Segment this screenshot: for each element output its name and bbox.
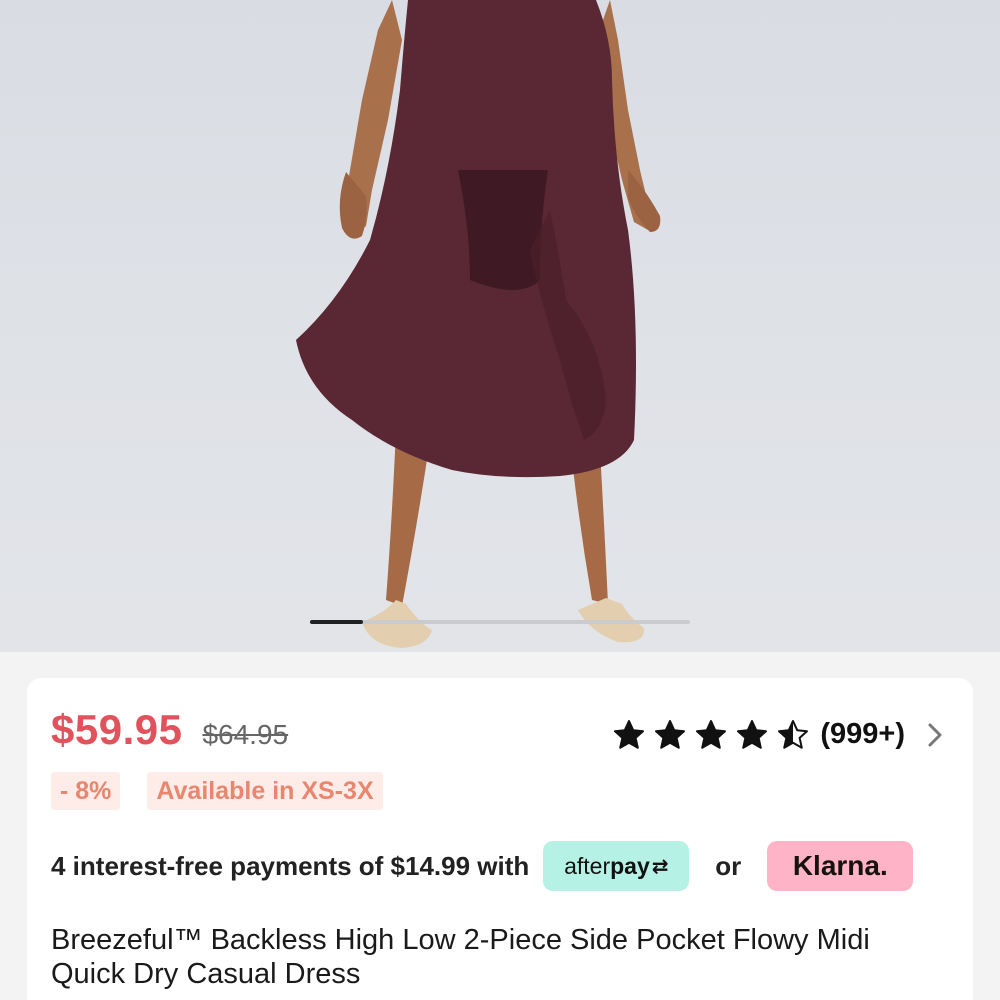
review-count: (999+): [820, 718, 905, 750]
star-full-icon: [737, 719, 768, 749]
carousel-indicator-thumb: [310, 620, 364, 624]
star-full-icon: [696, 719, 727, 749]
installment-row: 4 interest-free payments of $14.99 with …: [51, 841, 914, 891]
star-rating: [613, 719, 818, 751]
klarna-badge[interactable]: Klarna.: [767, 841, 914, 891]
rating-summary[interactable]: (999+): [613, 718, 943, 751]
dress-photo: [296, 0, 661, 648]
product-image[interactable]: [0, 0, 1000, 652]
original-price: $64.95: [202, 719, 289, 750]
discount-badge: - 8%: [51, 772, 121, 810]
chevron-right-icon: [928, 723, 942, 746]
afterpay-badge[interactable]: afterpay ⇄: [543, 841, 690, 891]
or-label: or: [715, 850, 742, 881]
afterpay-logo: afterpay: [564, 852, 650, 879]
carousel-indicator[interactable]: [310, 620, 690, 624]
product-info-card: $59.95 $64.95 (999+) - 8% Available in X…: [27, 678, 973, 1000]
star-half-icon: [778, 719, 809, 749]
current-price: $59.95: [51, 706, 183, 753]
star-full-icon: [655, 719, 686, 749]
badge-row: - 8% Available in XS-3X: [51, 772, 410, 810]
price-row: $59.95 $64.95: [51, 706, 288, 754]
size-availability-badge: Available in XS-3X: [147, 772, 383, 810]
klarna-logo: Klarna.: [792, 850, 888, 881]
product-title: Breezeful™ Backless High Low 2-Piece Sid…: [51, 924, 870, 990]
star-full-icon: [614, 719, 645, 749]
installment-text: 4 interest-free payments of $14.99 with: [51, 850, 530, 881]
afterpay-arrows-icon: ⇄: [651, 855, 669, 878]
